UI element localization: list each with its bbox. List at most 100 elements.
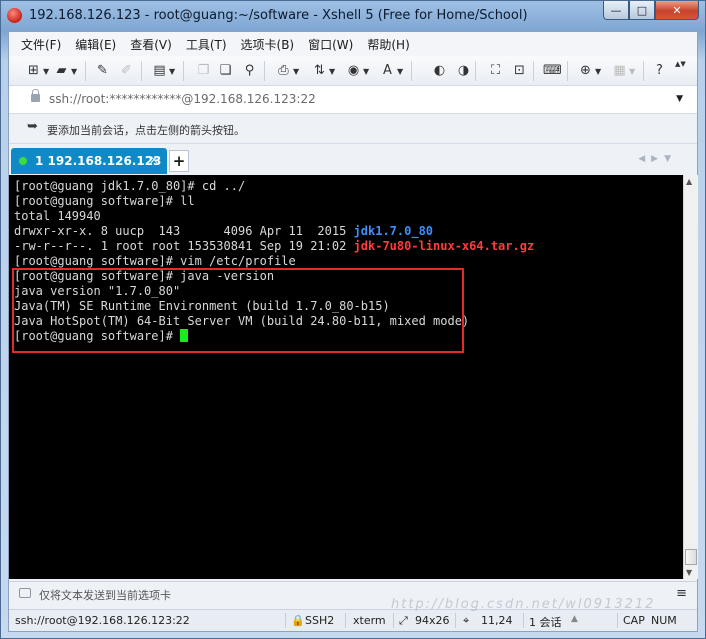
lock-toolbar-icon[interactable]: ⊡ (511, 62, 528, 79)
close-tab-icon[interactable]: ✕ (149, 153, 159, 167)
status-protocol-icon: 🔒 (291, 614, 305, 627)
sessions-up-icon[interactable]: ▲ (571, 614, 578, 624)
toolbar-overflow-icon[interactable]: ▲▼ (675, 60, 686, 68)
status-separator (617, 613, 618, 628)
terminal-line: -rw-r--r--. 1 root root 153530841 Sep 19… (14, 239, 534, 253)
terminal-text: [root@guang software]# java -version (14, 269, 275, 283)
properties-dropdown-icon[interactable]: ▼ (169, 67, 175, 76)
connect-icon[interactable]: ✎ (94, 62, 111, 79)
terminal-text: [root@guang jdk1.7.0_80]# cd ../ (14, 179, 246, 193)
script-icon[interactable]: ◑ (455, 62, 472, 79)
status-separator (393, 613, 394, 628)
new-session-icon[interactable]: ⊞ (25, 62, 42, 79)
toolbar-separator (264, 61, 265, 81)
terminal-line: java version "1.7.0_80" (14, 284, 180, 298)
scroll-down-icon[interactable]: ▼ (686, 568, 692, 577)
keyboard-icon[interactable]: ⌨ (543, 62, 562, 79)
layout-icon[interactable]: ▦ (611, 62, 628, 79)
disconnect-icon[interactable]: ✐ (118, 62, 135, 79)
terminal-text: Java(TM) SE Runtime Environment (build 1… (14, 299, 390, 313)
terminal-text: total 149940 (14, 209, 101, 223)
scroll-thumb[interactable] (685, 549, 697, 565)
transfer-dropdown-icon[interactable]: ▼ (329, 67, 335, 76)
terminal-text: -rw-r--r--. 1 root root 153530841 Sep 19… (14, 239, 354, 253)
toolbar: ⊞ ▼ ▰ ▼ ✎ ✐ ▤ ▼ ❐ ❏ ⚲ ⎙ ▼ ⇅ ▼ ◉ ▼ A ▼ ◐ … (9, 56, 697, 86)
font-icon[interactable]: A (379, 62, 396, 79)
menu-window[interactable]: 窗口(W) (308, 36, 353, 53)
app-window: 192.168.126.123 - root@guang:~/software … (0, 0, 706, 639)
menu-edit[interactable]: 编辑(E) (75, 36, 116, 53)
xftp-icon[interactable]: ◐ (431, 62, 448, 79)
terminal-screen[interactable]: [root@guang jdk1.7.0_80]# cd ../[root@gu… (9, 175, 683, 579)
toolbar-separator (411, 61, 412, 81)
terminal-line: [root@guang jdk1.7.0_80]# cd ../ (14, 179, 245, 193)
menu-tools[interactable]: 工具(T) (186, 36, 227, 53)
paste-icon[interactable]: ❏ (217, 62, 234, 79)
terminal-line: [root@guang software]# java -version (14, 269, 274, 283)
layout-dropdown-icon[interactable]: ▼ (629, 67, 635, 76)
status-separator (345, 613, 346, 628)
compose-dropdown-icon[interactable]: ▼ (595, 67, 601, 76)
add-session-arrow-icon[interactable]: ➥ (27, 120, 41, 134)
terminal-text: [root@guang software]# ll (14, 194, 195, 208)
terminal-line: Java HotSpot(TM) 64-Bit Server VM (build… (14, 314, 469, 328)
globe-icon[interactable]: ◉ (345, 62, 362, 79)
terminal-line: [root@guang software]# ll (14, 194, 195, 208)
status-sessions: 1 会话 (529, 616, 562, 629)
address-input[interactable]: ssh://root:************@192.168.126.123:… (49, 92, 316, 106)
terminal-line: [root@guang software]# (14, 329, 189, 343)
new-tab-button[interactable]: + (169, 150, 189, 172)
tab-label: 1 192.168.126.123 (35, 154, 162, 168)
help-icon[interactable]: ? (651, 62, 668, 79)
compose-menu-icon[interactable]: ≡ (676, 586, 687, 601)
window-title: 192.168.126.123 - root@guang:~/software … (29, 8, 528, 23)
status-bar: ssh://root@192.168.126.123:22 🔒 SSH2 xte… (9, 609, 697, 631)
menu-tab[interactable]: 选项卡(B) (241, 36, 295, 53)
title-bar[interactable]: 192.168.126.123 - root@guang:~/software … (1, 1, 705, 31)
toolbar-separator (475, 61, 476, 81)
status-protocol: SSH2 (305, 614, 335, 627)
menu-bar: 文件(F) 编辑(E) 查看(V) 工具(T) 选项卡(B) 窗口(W) 帮助(… (9, 32, 697, 56)
compose-input[interactable]: 仅将文本发送到当前选项卡 (39, 587, 171, 603)
status-connection: ssh://root@192.168.126.123:22 (15, 614, 190, 627)
maximize-button[interactable]: □ (629, 1, 655, 20)
toolbar-separator (533, 61, 534, 81)
close-button[interactable]: ✕ (655, 1, 699, 20)
print-dropdown-icon[interactable]: ▼ (293, 67, 299, 76)
transfer-icon[interactable]: ⇅ (311, 62, 328, 79)
font-dropdown-icon[interactable]: ▼ (397, 67, 403, 76)
open-dropdown-icon[interactable]: ▼ (71, 67, 77, 76)
lock-icon (31, 89, 40, 102)
properties-icon[interactable]: ▤ (151, 62, 168, 79)
globe-dropdown-icon[interactable]: ▼ (363, 67, 369, 76)
menu-view[interactable]: 查看(V) (130, 36, 172, 53)
scroll-up-icon[interactable]: ▲ (686, 177, 692, 186)
compose-bar-icon (19, 588, 31, 598)
compose-icon[interactable]: ⊕ (577, 62, 594, 79)
print-icon[interactable]: ⎙ (275, 62, 292, 79)
terminal-line: [root@guang software]# vim /etc/profile (14, 254, 296, 268)
toolbar-separator (85, 61, 86, 81)
find-icon[interactable]: ⚲ (241, 62, 258, 79)
new-session-dropdown-icon[interactable]: ▼ (43, 67, 49, 76)
tab-session-1[interactable]: 1 192.168.126.123 ✕ (11, 148, 167, 174)
session-hint-text: 要添加当前会话，点击左侧的箭头按钮。 (47, 124, 245, 137)
terminal-text: jdk-7u80-linux-x64.tar.gz (353, 239, 535, 253)
status-separator (523, 613, 524, 628)
terminal-text: Java HotSpot(TM) 64-Bit Server VM (build… (14, 314, 470, 328)
menu-file[interactable]: 文件(F) (21, 36, 61, 53)
copy-icon[interactable]: ❐ (195, 62, 212, 79)
session-hint-bar: ➥ 要添加当前会话，点击左侧的箭头按钮。 (9, 114, 697, 144)
address-dropdown-icon[interactable]: ▼ (676, 94, 683, 104)
tab-scroll-arrows-icon[interactable]: ◀▶▼ (638, 154, 677, 164)
status-position-icon: ⌖ (463, 614, 470, 627)
open-folder-icon[interactable]: ▰ (53, 62, 70, 79)
xshell-logo-icon (7, 8, 22, 23)
address-bar[interactable]: ssh://root:************@192.168.126.123:… (9, 86, 697, 114)
minimize-button[interactable]: — (603, 1, 629, 20)
terminal-text: java version "1.7.0_80" (14, 284, 181, 298)
fullscreen-icon[interactable]: ⛶ (487, 62, 504, 79)
terminal-line: drwxr-xr-x. 8 uucp 143 4096 Apr 11 2015 … (14, 224, 433, 238)
terminal-scrollbar[interactable]: ▲ ▼ (683, 175, 698, 579)
menu-help[interactable]: 帮助(H) (367, 36, 409, 53)
